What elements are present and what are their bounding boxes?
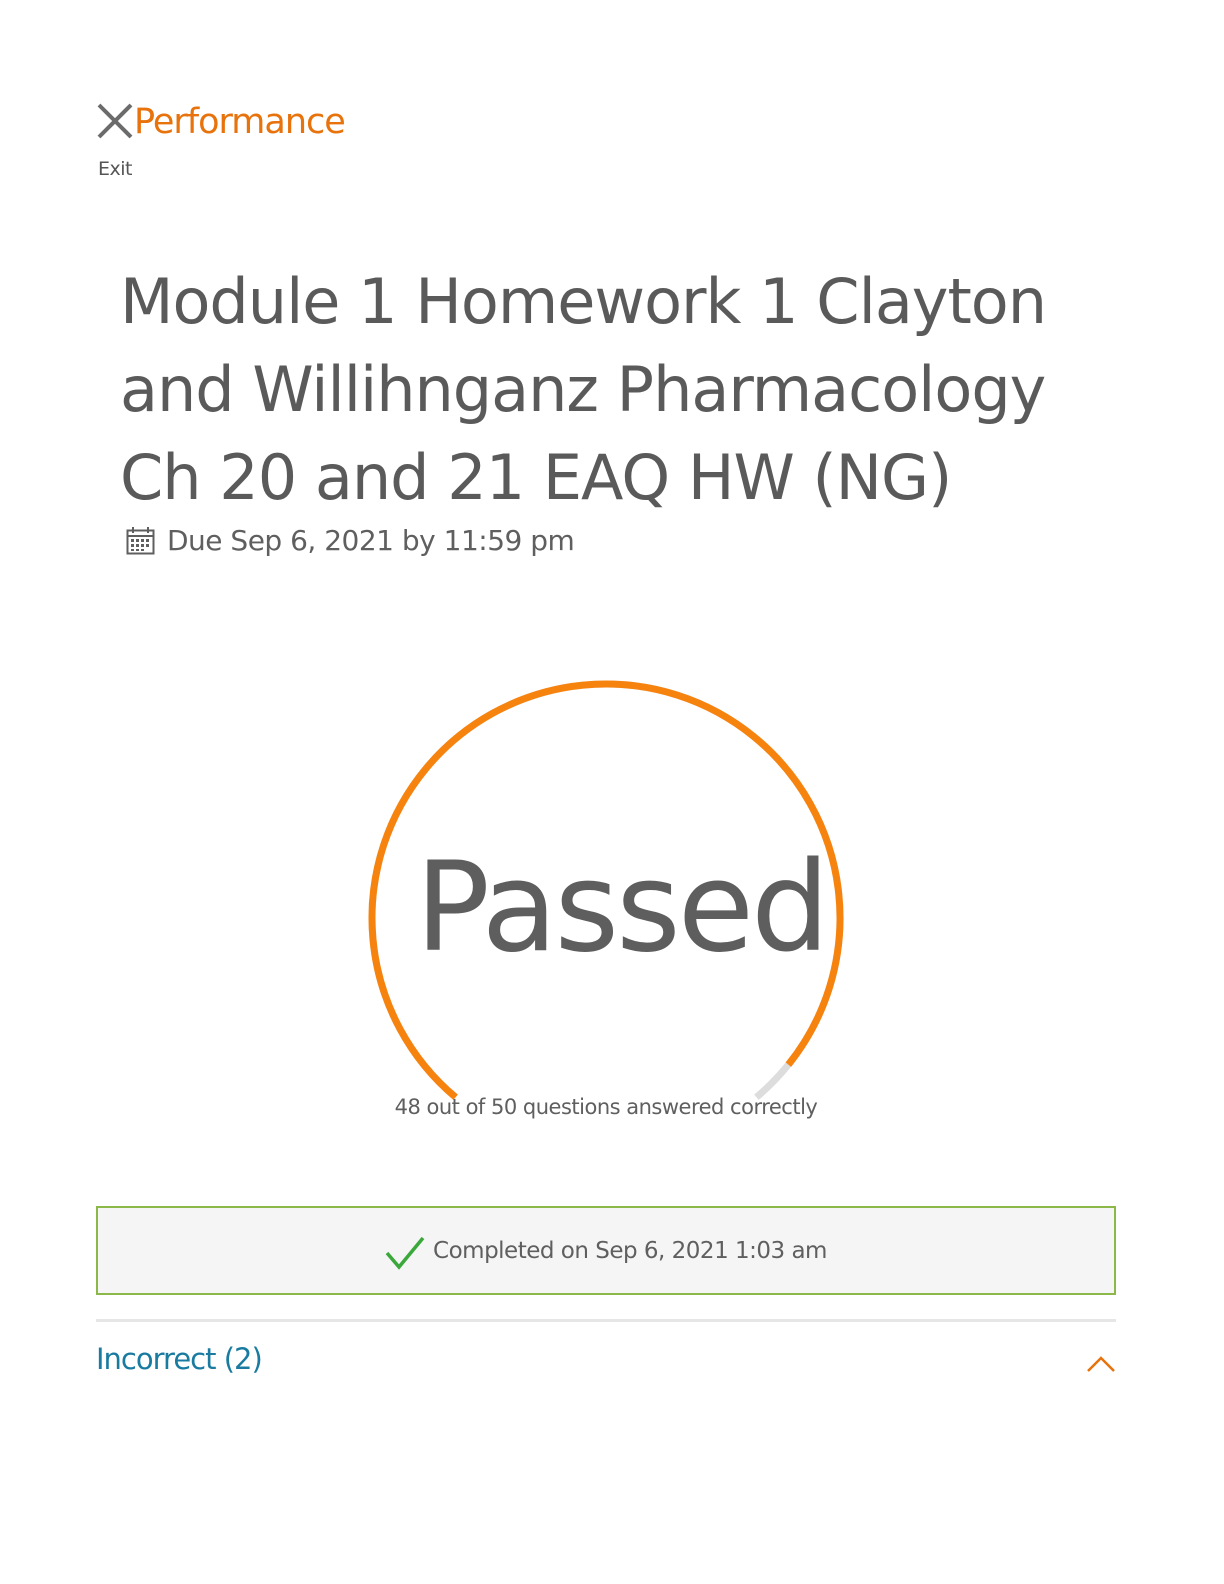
chevron-up-icon[interactable] — [1086, 1354, 1116, 1374]
score-summary: 48 out of 50 questions answered correctl… — [394, 1095, 818, 1119]
exit-label: Exit — [98, 158, 132, 180]
assignment-title: Module 1 Homework 1 Clayton and Willihng… — [120, 265, 1047, 514]
divider — [96, 1319, 1116, 1322]
due-date-text: Due Sep 6, 2021 by 11:59 pm — [167, 524, 575, 557]
close-icon — [97, 103, 133, 139]
completion-text: Completed on Sep 6, 2021 1:03 am — [433, 1237, 827, 1264]
incorrect-section-toggle[interactable]: Incorrect (2) — [96, 1340, 1116, 1390]
due-date-row: Due Sep 6, 2021 by 11:59 pm — [126, 524, 575, 557]
app-title: Performance — [134, 102, 346, 142]
completion-banner: Completed on Sep 6, 2021 1:03 am — [96, 1206, 1116, 1295]
incorrect-section-label: Incorrect (2) — [96, 1342, 263, 1376]
result-status: Passed — [415, 836, 829, 980]
calendar-icon — [126, 527, 155, 555]
check-icon — [385, 1236, 425, 1270]
